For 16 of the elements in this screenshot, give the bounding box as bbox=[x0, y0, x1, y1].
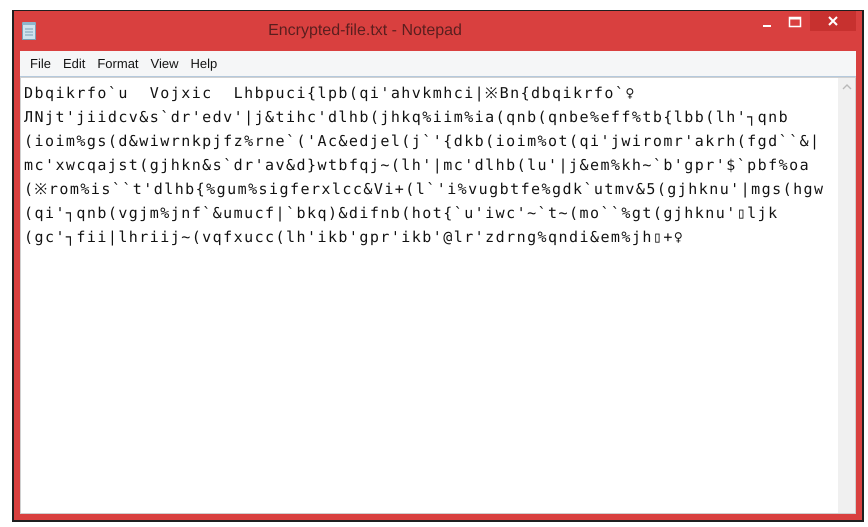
window-title: Encrypted-file.txt - Notepad bbox=[267, 22, 463, 40]
menu-item[interactable]: File bbox=[24, 56, 57, 71]
notepad-icon bbox=[22, 22, 36, 40]
menu-item[interactable]: View bbox=[144, 56, 184, 71]
text-line: mc'xwcqajst(gjhkn&s`dr'av&d}wtbfqj~(lh'|mc'dlhb(lu'|j&em%kh~`b'gpr'$`pbf%oa bbox=[24, 155, 812, 176]
menu-item[interactable]: Help bbox=[184, 56, 224, 71]
menu-item[interactable]: Format bbox=[91, 56, 145, 71]
close-icon[interactable] bbox=[810, 11, 856, 31]
scroll-bar[interactable] bbox=[838, 78, 855, 513]
text-line: (gc'┐fii|lhriij~(vqfxucc(lh'ikb'gpr'ikb'@lr'zdrng%qndi&em%jh▯+♀ bbox=[24, 227, 686, 248]
text-line: (※rom%is``t'dlhb{%gum%sigferxlcc&Vi+(l`'i%vugbtfe%gdk`utmv&5(gjhknu'|mgs(hgw bbox=[24, 179, 826, 200]
text-line: (ioim%gs(d&wiwrnkpjfz%rne`('Ac&edjel(j`'{dkb(ioim%ot(qi'jwiromr'akrh(fgd``&| bbox=[24, 131, 822, 152]
text-line: Dbqikrfo`u Vojxic Lhbpuci{lpb(qi'ahvkmhci|※Bn{dbqikrfo`♀ bbox=[24, 83, 637, 104]
text-line: (qi'┐qnb(vgjm%jnf`&umucf|`bkq)&difnb(hot{`u'iwc'~`t~(mo``%gt(gjhknu'▯ljk bbox=[24, 203, 780, 224]
menu-item[interactable]: Edit bbox=[56, 56, 92, 71]
text-line: ЛNjt'jiidcv&s`dr'edv'|j&tihc'dlhb(jhkq%iim%ia(qnb(qnbe%eff%tb{lbb(lh'┐qnb bbox=[24, 107, 790, 128]
